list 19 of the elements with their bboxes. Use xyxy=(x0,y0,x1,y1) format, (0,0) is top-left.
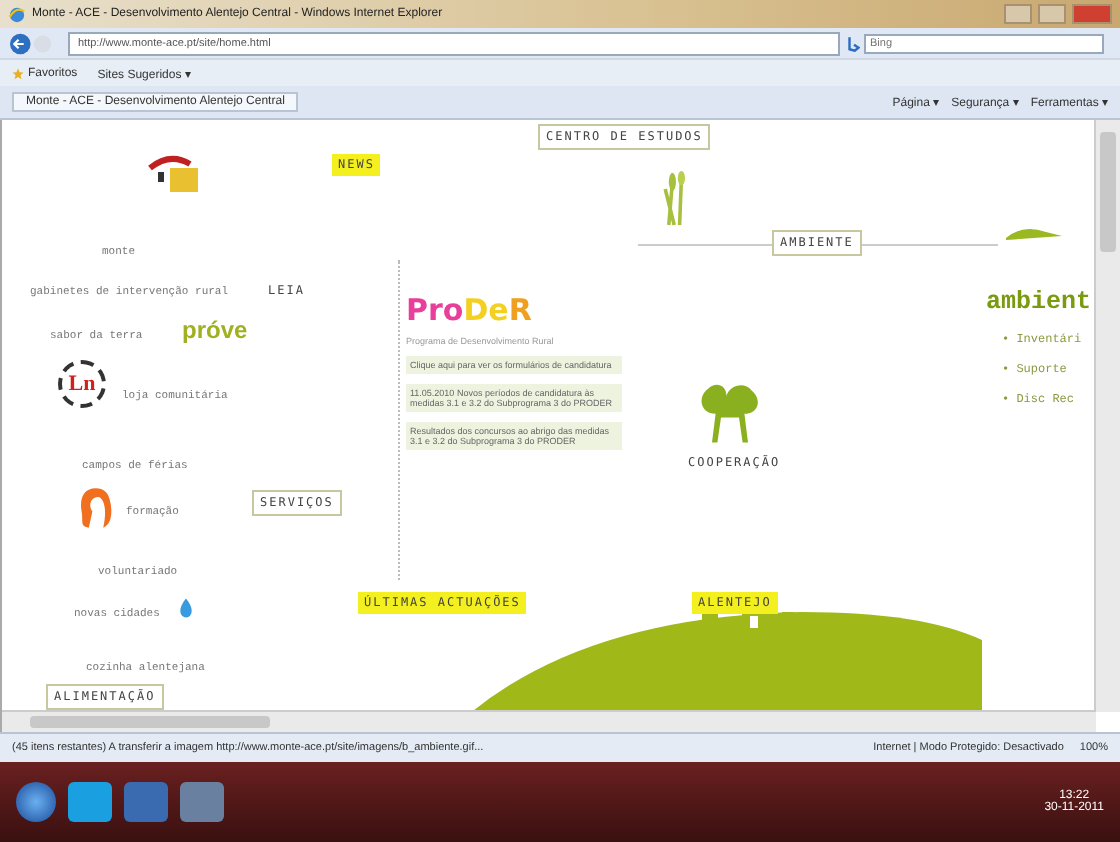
store-logo: Ln xyxy=(58,360,106,408)
taskbar-app-icon[interactable] xyxy=(68,782,112,822)
taskbar-app-icon[interactable] xyxy=(124,782,168,822)
minimize-button[interactable] xyxy=(1004,4,1032,24)
section-heading: ambient xyxy=(986,288,1092,316)
start-button[interactable] xyxy=(16,782,56,822)
close-button[interactable] xyxy=(1072,4,1112,24)
horizontal-scrollbar[interactable] xyxy=(2,710,1096,732)
search-engine-icon xyxy=(848,35,860,51)
vertical-scrollbar[interactable] xyxy=(1094,120,1120,712)
drop-icon xyxy=(178,596,194,620)
grass-icon xyxy=(1006,224,1066,240)
prove-logo: próve xyxy=(182,316,248,344)
hair-head-icon xyxy=(78,484,114,532)
browser-icon xyxy=(8,5,26,23)
maximize-button[interactable] xyxy=(1038,4,1066,24)
proder-logo: ProDeR xyxy=(406,296,534,326)
taskbar-app-icon[interactable] xyxy=(180,782,224,822)
star-icon xyxy=(12,67,24,79)
